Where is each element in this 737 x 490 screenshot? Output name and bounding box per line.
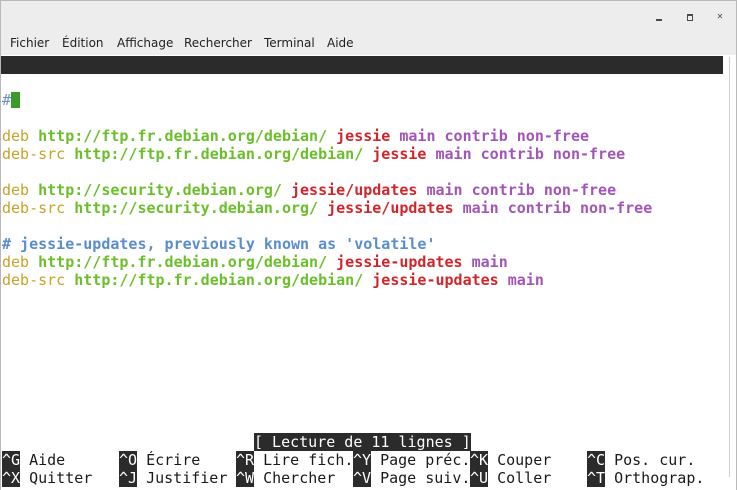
shortcut-label: Orthograp. bbox=[614, 469, 705, 487]
source-type: deb bbox=[2, 181, 30, 199]
source-line[interactable]: deb-src http://security.debian.org/ jess… bbox=[2, 199, 652, 217]
source-components: main bbox=[507, 271, 544, 289]
menu-affichage[interactable]: Affichage bbox=[117, 36, 173, 50]
cursor-hash: # bbox=[2, 91, 12, 109]
source-components: main contrib non-free bbox=[426, 181, 617, 199]
shortcut-label: Justifier bbox=[146, 469, 228, 487]
minimize-icon[interactable] bbox=[653, 11, 665, 23]
shortcut-quitter[interactable]: ^X Quitter bbox=[2, 469, 92, 487]
shortcut-key: ^W bbox=[236, 469, 255, 487]
source-line[interactable]: deb-src http://ftp.fr.debian.org/debian/… bbox=[2, 145, 625, 163]
text-cursor bbox=[11, 92, 21, 108]
shortcut-label: Lire fich. bbox=[263, 451, 354, 469]
shortcut-key: ^C bbox=[587, 451, 606, 469]
source-url: http://security.debian.org/ bbox=[38, 181, 282, 199]
menu-terminal[interactable]: Terminal bbox=[264, 36, 315, 50]
shortcut-key: ^X bbox=[2, 469, 21, 487]
shortcut-label: Coller bbox=[497, 469, 552, 487]
source-distribution: jessie bbox=[372, 145, 427, 163]
source-distribution: jessie/updates bbox=[327, 199, 454, 217]
nano-file-label: Fichier : /etc/apt/sources.list bbox=[229, 92, 509, 110]
source-type: deb-src bbox=[2, 199, 66, 217]
shortcut-justifier[interactable]: ^J Justifier bbox=[119, 469, 227, 487]
source-components: main bbox=[471, 253, 508, 271]
terminal-scrollbar[interactable] bbox=[723, 55, 736, 490]
source-type: deb-src bbox=[2, 271, 66, 289]
shortcut-key: ^O bbox=[119, 451, 138, 469]
source-components: main contrib non-free bbox=[435, 145, 626, 163]
comment-text: # jessie-updates, previously known as 'v… bbox=[2, 235, 436, 253]
shortcut-coller[interactable]: ^U Coller bbox=[470, 469, 551, 487]
menu-fichier[interactable]: Fichier bbox=[10, 36, 49, 50]
shortcut-ecrire[interactable]: ^O Écrire bbox=[119, 451, 200, 469]
shortcut-aide[interactable]: ^G Aide bbox=[2, 451, 65, 469]
source-distribution: jessie-updates bbox=[372, 271, 499, 289]
shortcut-lire-fichier[interactable]: ^R Lire fich. bbox=[236, 451, 353, 469]
shortcut-key: ^Y bbox=[353, 451, 372, 469]
source-components: main contrib non-free bbox=[462, 199, 653, 217]
shortcut-key: ^G bbox=[2, 451, 21, 469]
shortcut-label: Couper bbox=[497, 451, 552, 469]
source-url: http://security.debian.org/ bbox=[74, 199, 319, 217]
nano-header: GNU nano 2.2.6 Fichier : /etc/apt/source… bbox=[1, 56, 723, 110]
shortcut-chercher[interactable]: ^W Chercher bbox=[236, 469, 335, 487]
shortcut-key: ^K bbox=[470, 451, 489, 469]
source-url: http://ftp.fr.debian.org/debian/ bbox=[38, 253, 328, 271]
close-icon[interactable]: ✕ bbox=[714, 11, 726, 23]
nano-version: GNU nano 2.2.6 bbox=[21, 74, 148, 92]
source-line[interactable]: deb http://ftp.fr.debian.org/debian/ jes… bbox=[2, 127, 589, 145]
terminal-area[interactable]: GNU nano 2.2.6 Fichier : /etc/apt/source… bbox=[1, 55, 723, 490]
menu-bar: Fichier Édition Affichage Rechercher Ter… bbox=[1, 33, 736, 55]
shortcut-couper[interactable]: ^K Couper bbox=[470, 451, 551, 469]
shortcut-label: Pos. cur. bbox=[614, 451, 696, 469]
shortcut-page-suivante[interactable]: ^V Page suiv. bbox=[353, 469, 470, 487]
source-distribution: jessie-updates bbox=[336, 253, 463, 271]
menu-aide[interactable]: Aide bbox=[327, 36, 354, 50]
shortcut-orthographe[interactable]: ^T Orthograp. bbox=[587, 469, 704, 487]
shortcut-label: Aide bbox=[29, 451, 66, 469]
source-url: http://ftp.fr.debian.org/debian/ bbox=[74, 271, 364, 289]
shortcut-key: ^V bbox=[353, 469, 372, 487]
nano-status-message: [ Lecture de 11 lignes ] bbox=[254, 433, 471, 451]
source-line[interactable]: deb-src http://ftp.fr.debian.org/debian/… bbox=[2, 271, 544, 289]
cursor-line[interactable]: # bbox=[2, 91, 21, 109]
comment-line[interactable]: # jessie-updates, previously known as 'v… bbox=[2, 235, 435, 253]
menu-edition[interactable]: Édition bbox=[62, 36, 104, 50]
shortcut-key: ^U bbox=[470, 469, 489, 487]
menu-rechercher[interactable]: Rechercher bbox=[184, 36, 252, 50]
terminal-window: ✕ Fichier Édition Affichage Rechercher T… bbox=[0, 0, 737, 490]
source-line[interactable]: deb http://ftp.fr.debian.org/debian/ jes… bbox=[2, 253, 508, 271]
shortcut-label: Quitter bbox=[29, 469, 93, 487]
source-distribution: jessie bbox=[336, 127, 391, 145]
shortcut-page-precedente[interactable]: ^Y Page préc. bbox=[353, 451, 470, 469]
source-url: http://ftp.fr.debian.org/debian/ bbox=[38, 127, 328, 145]
source-components: main contrib non-free bbox=[399, 127, 590, 145]
source-url: http://ftp.fr.debian.org/debian/ bbox=[74, 145, 364, 163]
source-type: deb bbox=[2, 127, 30, 145]
shortcut-key: ^R bbox=[236, 451, 255, 469]
source-line[interactable]: deb http://security.debian.org/ jessie/u… bbox=[2, 181, 616, 199]
shortcut-label: Page suiv. bbox=[380, 469, 471, 487]
shortcut-label: Chercher bbox=[263, 469, 336, 487]
shortcut-key: ^T bbox=[587, 469, 606, 487]
title-bar[interactable]: ✕ bbox=[1, 1, 736, 33]
shortcut-position-curseur[interactable]: ^C Pos. cur. bbox=[587, 451, 695, 469]
source-type: deb-src bbox=[2, 145, 66, 163]
source-distribution: jessie/updates bbox=[291, 181, 418, 199]
shortcut-label: Page préc. bbox=[380, 451, 471, 469]
shortcut-key: ^J bbox=[119, 469, 138, 487]
maximize-icon[interactable] bbox=[684, 11, 696, 23]
source-type: deb bbox=[2, 253, 30, 271]
shortcut-label: Écrire bbox=[146, 451, 201, 469]
